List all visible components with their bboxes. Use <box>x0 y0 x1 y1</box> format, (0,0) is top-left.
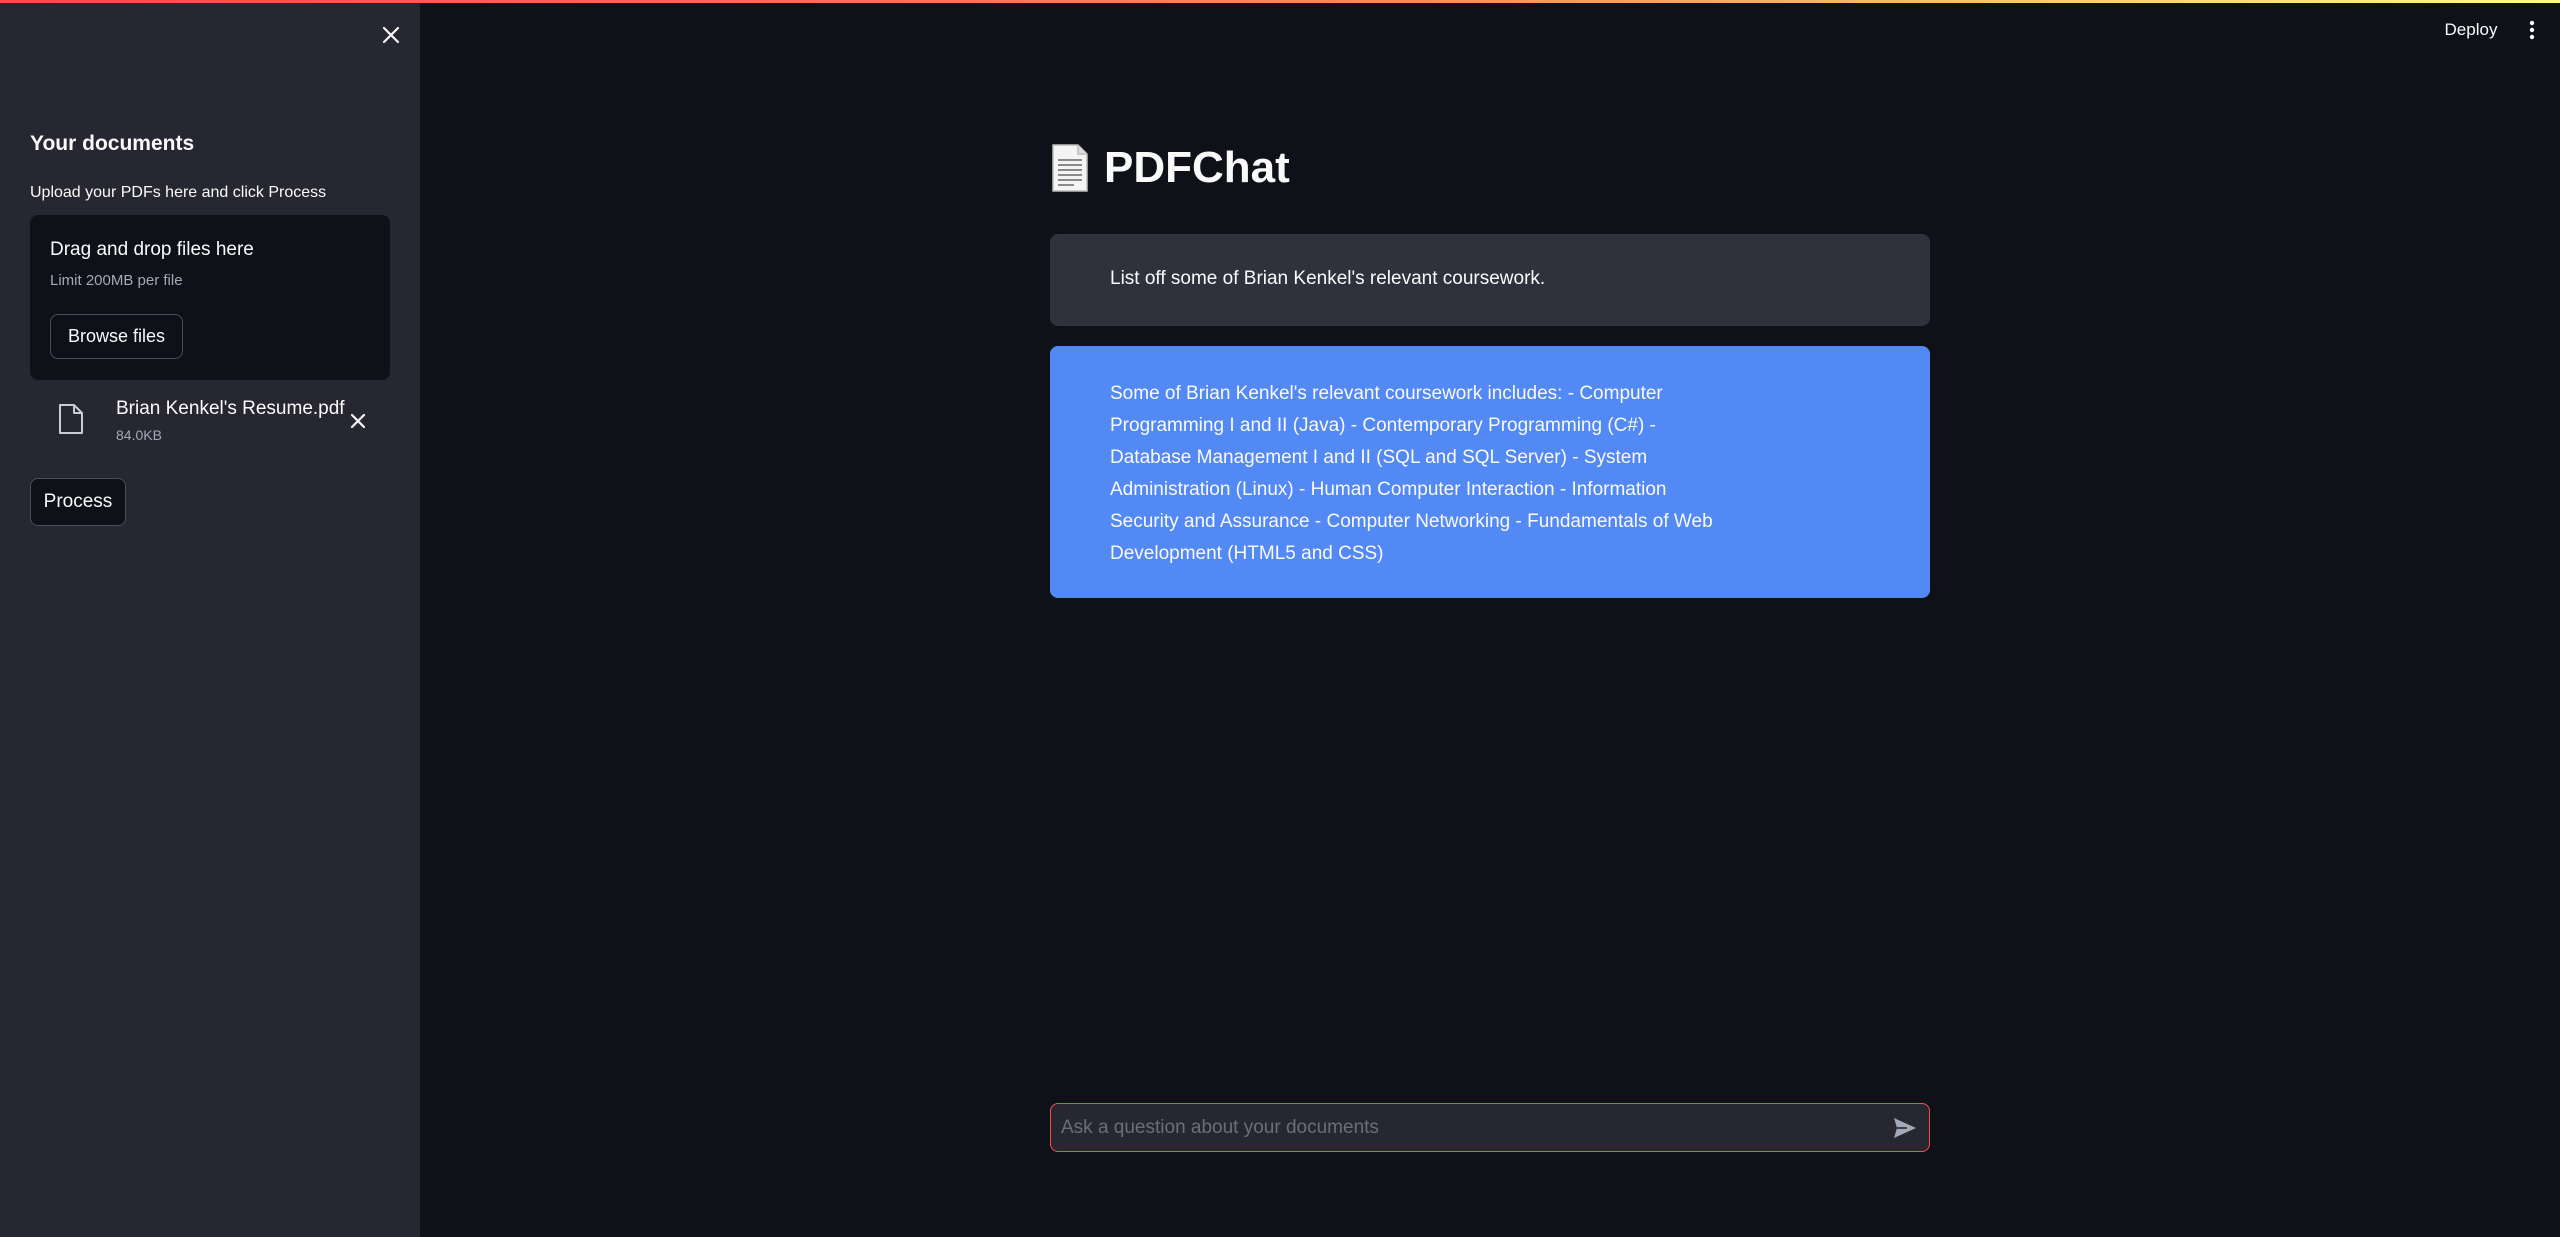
bot-message: Some of Brian Kenkel's relevant coursewo… <box>1050 346 1930 598</box>
kebab-menu-icon <box>2529 20 2535 40</box>
page-title-text: PDFChat <box>1104 143 1290 192</box>
uploaded-file-name: Brian Kenkel's Resume.pdf <box>116 398 345 419</box>
upload-label: Upload your PDFs here and click Process <box>30 184 327 201</box>
file-dropzone[interactable]: Drag and drop files here Limit 200MB per… <box>30 215 390 380</box>
process-button[interactable]: Process <box>30 478 126 526</box>
user-message: List off some of Brian Kenkel's relevant… <box>1050 234 1930 326</box>
file-icon <box>59 404 83 434</box>
browse-files-button[interactable]: Browse files <box>50 314 183 359</box>
top-decoration-stripe <box>0 0 2560 3</box>
user-message-text: List off some of Brian Kenkel's relevant… <box>1110 268 1546 289</box>
dropzone-limit: Limit 200MB per file <box>50 272 183 289</box>
sidebar-title: Your documents <box>30 132 195 155</box>
bot-message-text: Some of Brian Kenkel's relevant coursewo… <box>1110 383 1713 564</box>
chat-input[interactable] <box>1061 1104 1861 1151</box>
close-icon <box>382 26 400 44</box>
dropzone-title: Drag and drop files here <box>50 239 254 260</box>
page-facing-up-icon <box>1052 144 1088 192</box>
close-icon <box>350 413 366 429</box>
send-icon <box>1894 1118 1916 1138</box>
uploaded-file-item: Brian Kenkel's Resume.pdf 84.0KB <box>30 393 390 453</box>
sidebar: Your documents Upload your PDFs here and… <box>0 0 420 1237</box>
chat-input-container <box>1050 1103 1930 1152</box>
send-button[interactable] <box>1891 1114 1919 1142</box>
sidebar-close-button[interactable] <box>376 20 406 50</box>
main-menu-button[interactable] <box>2520 14 2544 46</box>
remove-file-button[interactable] <box>344 407 372 435</box>
deploy-button[interactable]: Deploy <box>2430 14 2512 46</box>
page-title: PDFChat <box>1050 138 1290 198</box>
uploaded-file-size: 84.0KB <box>116 427 162 443</box>
